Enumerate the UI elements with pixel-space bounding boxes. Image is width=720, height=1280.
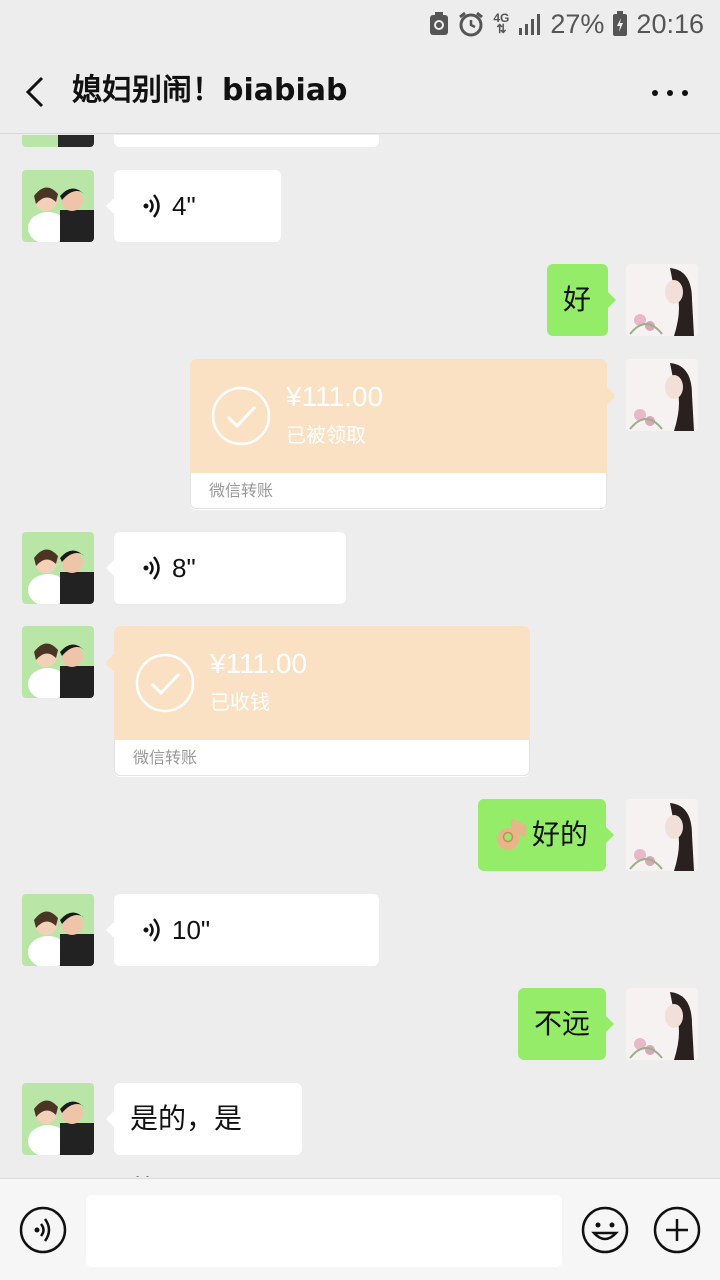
text-message-received[interactable]: 是的，是的。 [106,1083,302,1177]
transfer-top: ¥111.00 已收钱 [114,626,530,740]
message-list[interactable]: 4" 好 ¥111.00 已被领取 微信转账 8" ¥111.00 已收钱 微信… [0,135,720,1177]
check-circle-icon [211,386,271,446]
clock: 20:16 [636,8,704,39]
voice-duration: 4" [172,191,196,221]
text-message-sent[interactable]: 不远 [518,988,614,1060]
transfer-top: ¥111.00 已被领取 [190,359,607,473]
voice-wave-icon [143,918,160,942]
transfer-amount: ¥111.00 [286,381,384,412]
transfer-footer: 微信转账 [114,740,530,776]
signal-icon [519,14,541,35]
transfer-status: 已收钱 [210,690,270,714]
contact-avatar[interactable] [22,1083,94,1155]
message-text: 不远 [534,1007,591,1040]
message-text: 好的 [532,818,589,851]
bubble-tail [607,389,615,405]
message-bubble-partial [114,135,379,147]
voice-duration: 8" [172,553,196,583]
my-avatar[interactable] [626,799,698,871]
my-avatar[interactable] [626,264,698,336]
voice-wave-icon [143,194,160,218]
back-arrow-icon[interactable] [18,72,58,112]
message-text: 是的，是的。 [130,1102,243,1177]
contact-avatar[interactable] [22,170,94,242]
voice-input-toggle-icon[interactable] [18,1205,68,1255]
text-message-sent[interactable]: 好 [547,264,616,336]
more-options-icon[interactable] [650,78,690,108]
contact-avatar[interactable] [22,532,94,604]
message-text: 好 [563,283,592,316]
bubble-tail [106,656,114,672]
contact-avatar[interactable] [22,626,94,698]
transfer-status: 已被领取 [286,423,366,447]
voice-message[interactable]: 4" [106,170,281,242]
contact-avatar[interactable] [22,135,94,147]
transfer-card[interactable]: ¥111.00 已被领取 微信转账 [190,359,615,510]
check-circle-icon [135,653,195,713]
voice-duration: 10" [172,915,211,945]
my-avatar[interactable] [626,359,698,431]
battery-percent: 27% [550,8,605,39]
my-avatar[interactable] [626,988,698,1060]
message-input[interactable] [86,1195,562,1267]
text-message-sent[interactable]: 好的 [478,799,614,871]
ok-hand-emoji-icon [497,819,526,850]
recycle-icon [430,12,449,35]
transfer-card[interactable]: ¥111.00 已收钱 微信转账 [106,626,530,777]
chat-title: 媳妇别闹！biabiab [72,73,348,108]
contact-avatar[interactable] [22,894,94,966]
emoji-icon[interactable] [580,1205,630,1255]
transfer-footer: 微信转账 [190,473,607,509]
battery-icon [613,11,628,36]
status-bar: 4G ⇅ 27% 20:16 [0,0,720,48]
plus-icon[interactable] [652,1205,702,1255]
network-type: 4G ⇅ [493,11,510,36]
alarm-icon [459,11,484,37]
voice-message[interactable]: 8" [106,532,346,604]
chat-header: 媳妇别闹！biabiab [0,48,720,134]
voice-wave-icon [143,556,160,580]
status-icons: 4G ⇅ 27% 20:16 [428,6,704,42]
transfer-amount: ¥111.00 [210,648,308,679]
voice-message[interactable]: 10" [106,894,379,966]
input-bar [0,1178,720,1280]
